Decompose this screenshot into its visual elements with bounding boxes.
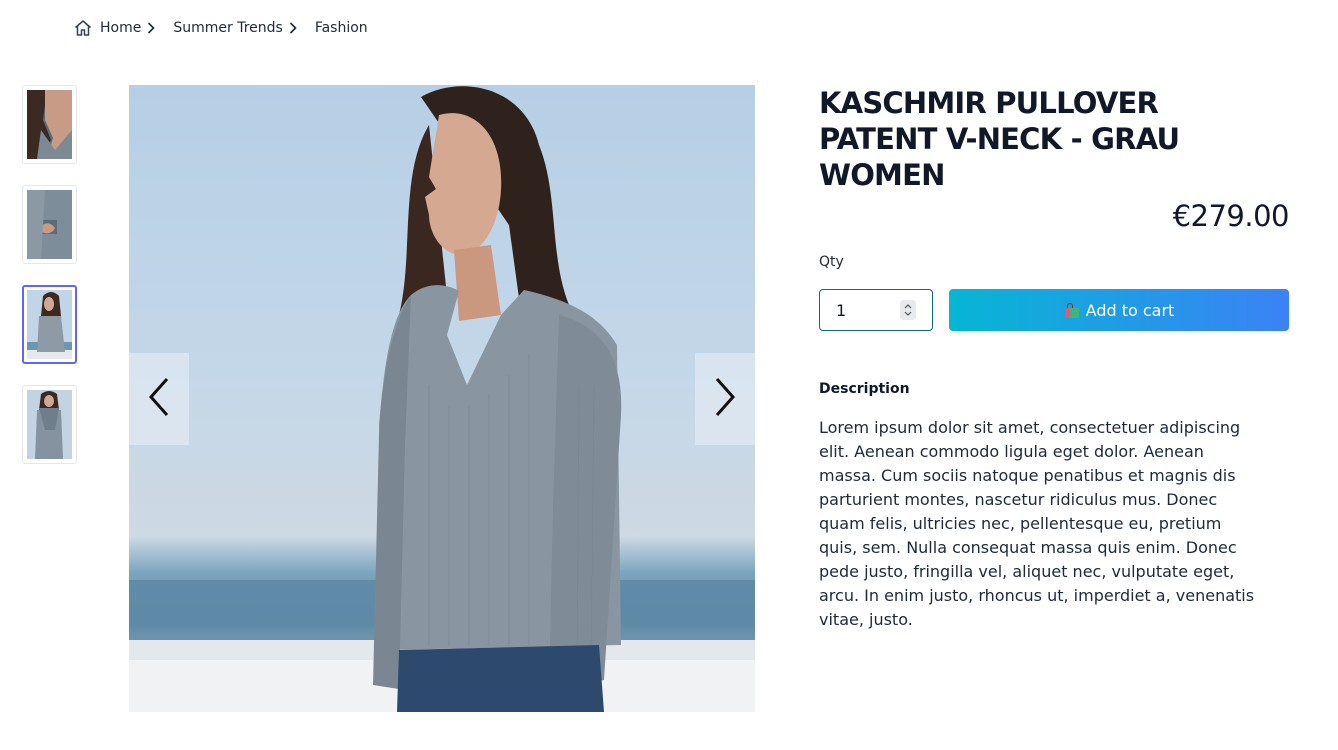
product-main-image xyxy=(129,85,755,712)
qty-label: Qty xyxy=(819,254,844,270)
thumbnail-1[interactable] xyxy=(22,85,77,164)
next-image-button[interactable] xyxy=(695,353,755,445)
breadcrumb-fashion[interactable]: Fashion xyxy=(315,20,368,36)
thumbnail-3[interactable] xyxy=(22,285,77,364)
breadcrumb-home-label: Home xyxy=(100,20,142,36)
quantity-value: 1 xyxy=(836,300,847,320)
thumbnail-image xyxy=(27,390,72,459)
chevron-right-icon xyxy=(147,21,157,35)
stepper-arrows-icon xyxy=(904,304,912,316)
breadcrumb-summer-trends[interactable]: Summer Trends xyxy=(173,20,282,36)
chevron-right-icon xyxy=(713,377,737,421)
thumbnail-image xyxy=(27,190,72,259)
product-price: €279.00 xyxy=(1172,199,1290,233)
thumbnail-image xyxy=(27,90,72,159)
description-text: Lorem ipsum dolor sit amet, consectetuer… xyxy=(819,418,1255,629)
breadcrumb-home[interactable]: Home xyxy=(73,18,141,38)
shopping-bag-icon xyxy=(1064,302,1080,319)
thumbnail-image xyxy=(27,290,72,359)
add-to-cart-button[interactable]: Add to cart xyxy=(949,289,1289,331)
thumbnail-2[interactable] xyxy=(22,185,77,264)
product-title: KASCHMIR PULLOVER PATENT V-NECK - GRAU W… xyxy=(819,86,1180,192)
product-info: KASCHMIR PULLOVER PATENT V-NECK - GRAU W… xyxy=(819,85,1290,629)
thumbnail-4[interactable] xyxy=(22,385,77,464)
previous-image-button[interactable] xyxy=(129,353,189,445)
quantity-input[interactable]: 1 xyxy=(819,289,933,331)
thumbnail-list xyxy=(22,85,77,485)
home-icon xyxy=(73,18,93,38)
chevron-right-icon xyxy=(289,21,299,35)
breadcrumb: Home Summer Trends Fashion xyxy=(73,17,368,39)
quantity-stepper[interactable] xyxy=(900,300,916,320)
chevron-left-icon xyxy=(147,377,171,421)
product-photo xyxy=(129,86,755,712)
add-to-cart-label: Add to cart xyxy=(1085,300,1175,320)
description-heading: Description xyxy=(819,381,910,397)
